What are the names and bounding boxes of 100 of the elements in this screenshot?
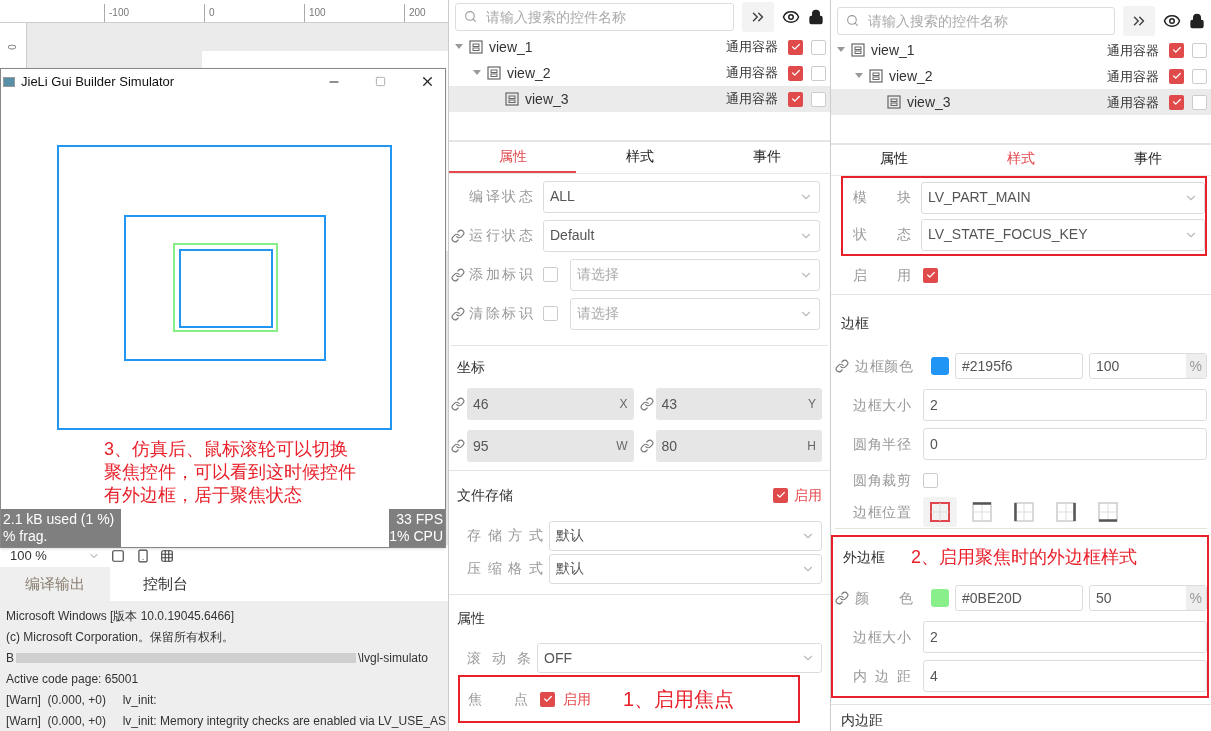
- panel-tab[interactable]: 属性: [449, 142, 576, 173]
- panel-tab[interactable]: 事件: [1084, 144, 1211, 176]
- checkbox[interactable]: [1169, 42, 1184, 58]
- border-side-icon: [1098, 502, 1118, 523]
- checkbox[interactable]: [811, 91, 826, 107]
- opacity-field[interactable]: 50 %: [1089, 585, 1207, 612]
- checkbox[interactable]: [811, 65, 826, 81]
- search-icon: [464, 10, 477, 23]
- hex-field[interactable]: #0BE20D: [955, 585, 1083, 612]
- section-title: 属性: [457, 608, 485, 628]
- select-field[interactable]: LV_STATE_FOCUS_KEY: [921, 218, 1205, 251]
- expand-triangle-icon[interactable]: [455, 44, 463, 50]
- checkbox[interactable]: [1169, 94, 1184, 110]
- expand-button[interactable]: [742, 2, 774, 32]
- select-field[interactable]: Default: [543, 219, 820, 252]
- container-icon: [851, 43, 865, 58]
- checkbox[interactable]: [923, 472, 938, 488]
- field-label: 压缩格式: [467, 559, 543, 578]
- section-title: 内边距: [841, 711, 883, 730]
- select-field[interactable]: 默认: [549, 553, 822, 584]
- field-label: 边框颜色: [855, 356, 913, 376]
- widget-type: 通用容器: [1107, 67, 1159, 86]
- link-icon: [451, 267, 465, 282]
- color-swatch[interactable]: [931, 589, 949, 608]
- hex-field[interactable]: #2195f6: [955, 353, 1083, 380]
- input-field[interactable]: 0: [923, 428, 1207, 461]
- grid-icon[interactable]: [160, 549, 174, 563]
- coordinate-field[interactable]: 43 Y: [655, 388, 822, 420]
- widget-type: 通用容器: [726, 38, 778, 57]
- console-line: Active code page: 65001: [6, 670, 139, 688]
- lock-icon[interactable]: [808, 9, 824, 25]
- tree-row[interactable]: view_2 通用容器: [831, 63, 1211, 90]
- tree-row[interactable]: view_1 通用容器: [449, 34, 830, 60]
- select-field[interactable]: OFF: [537, 643, 822, 673]
- output-tab[interactable]: 编译输出: [0, 567, 110, 601]
- expand-triangle-icon[interactable]: [855, 73, 863, 80]
- link-icon: [451, 306, 465, 321]
- tree-row[interactable]: view_2 通用容器: [449, 60, 830, 86]
- field-label: 滚动条: [467, 648, 531, 668]
- eye-icon[interactable]: [782, 8, 800, 26]
- horizontal-ruler: -100 0 100 200: [0, 0, 448, 23]
- tree-row[interactable]: view_1 通用容器: [831, 37, 1211, 64]
- enable-label: 启用: [794, 485, 822, 505]
- select-field[interactable]: ALL: [543, 180, 820, 213]
- checkbox[interactable]: [1192, 42, 1207, 58]
- field-label: 边框大小: [853, 395, 911, 415]
- zoom-select[interactable]: 100 %: [10, 546, 100, 566]
- select-field[interactable]: 默认: [549, 520, 822, 551]
- panel-tab[interactable]: 属性: [831, 144, 958, 176]
- search-field[interactable]: 请输入搜索的控件名称: [455, 3, 734, 31]
- border-side-option[interactable]: [923, 497, 957, 528]
- container-icon: [887, 95, 901, 110]
- checkbox[interactable]: [788, 39, 803, 55]
- border-side-icon: [1056, 502, 1076, 523]
- field-label: 状态: [853, 225, 911, 245]
- color-swatch[interactable]: [931, 357, 949, 376]
- lock-icon[interactable]: [1189, 12, 1205, 29]
- checkbox[interactable]: [788, 91, 803, 107]
- select-field[interactable]: LV_PART_MAIN: [921, 181, 1205, 214]
- field-label: 添加标识: [469, 265, 533, 284]
- checkbox[interactable]: [543, 306, 558, 321]
- coordinate-field[interactable]: 95 W: [467, 430, 634, 462]
- coordinate-field[interactable]: 46 X: [467, 388, 634, 420]
- coordinate-field[interactable]: 80 H: [655, 430, 822, 462]
- checkbox[interactable]: [811, 39, 826, 55]
- checkbox[interactable]: [1192, 68, 1207, 84]
- opacity-field[interactable]: 100 %: [1089, 353, 1207, 380]
- checkbox[interactable]: [788, 65, 803, 81]
- input-field[interactable]: 2: [923, 389, 1207, 422]
- widget-type: 通用容器: [726, 90, 778, 109]
- tree-row[interactable]: view_3 通用容器: [449, 86, 830, 112]
- close-icon[interactable]: [420, 74, 435, 89]
- checkbox[interactable]: [1192, 94, 1207, 110]
- expand-triangle-icon[interactable]: [837, 47, 845, 54]
- container-icon: [869, 69, 883, 84]
- panel-tab[interactable]: 事件: [703, 142, 830, 173]
- tree-row[interactable]: view_3 通用容器: [831, 89, 1211, 116]
- checkbox[interactable]: [1169, 68, 1184, 84]
- annotation-text: 3、仿真后、鼠标滚轮可以切换 聚焦控件，可以看到这时候控件 有外边框，居于聚焦状态: [104, 438, 356, 507]
- panel-tab[interactable]: 样式: [957, 144, 1085, 176]
- field-label: 颜色: [855, 588, 913, 608]
- checkbox[interactable]: [543, 267, 558, 282]
- screen-icon[interactable]: [110, 549, 126, 563]
- panel-tab[interactable]: 样式: [576, 142, 703, 173]
- container-icon: [469, 40, 483, 54]
- input-field[interactable]: 2: [923, 621, 1207, 654]
- border-side-icon: [1014, 502, 1034, 523]
- check-icon: [775, 490, 786, 500]
- checkbox[interactable]: [540, 691, 555, 707]
- container-icon: [487, 66, 501, 80]
- checkbox[interactable]: [773, 487, 788, 503]
- expand-triangle-icon[interactable]: [473, 70, 481, 76]
- field-label: 模块: [853, 188, 911, 208]
- widget-name: view_1: [871, 40, 916, 60]
- expand-button[interactable]: [1123, 5, 1155, 36]
- phone-icon[interactable]: [136, 549, 150, 563]
- search-field[interactable]: 请输入搜索的控件名称: [837, 6, 1115, 35]
- checkbox[interactable]: [923, 267, 938, 283]
- check-icon: [1171, 45, 1182, 56]
- input-field[interactable]: 4: [923, 660, 1207, 693]
